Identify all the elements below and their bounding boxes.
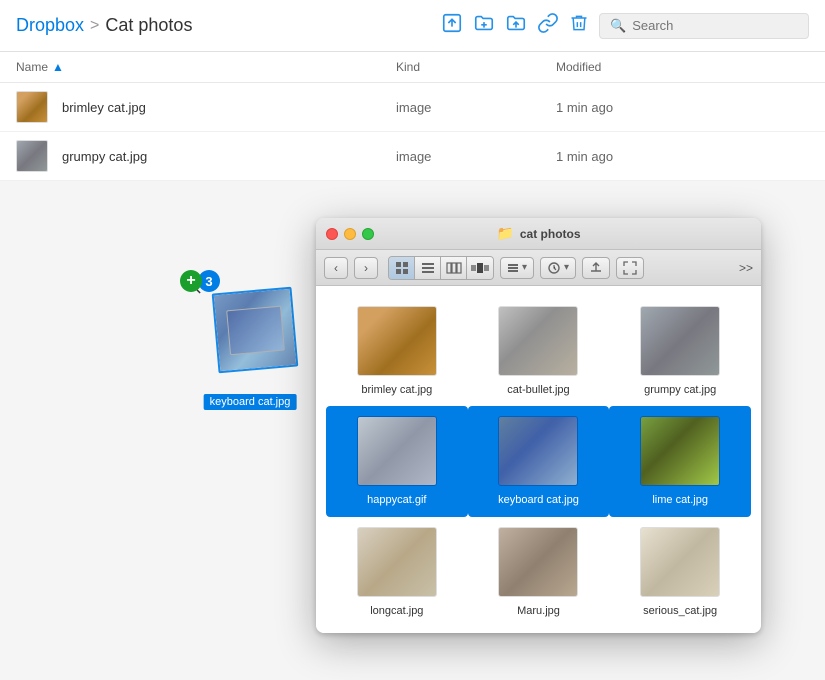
drag-preview-image bbox=[212, 287, 299, 374]
icon-view-button[interactable] bbox=[389, 257, 415, 279]
finder-window: 📁 cat photos ‹ › ▾ ▾ bbox=[316, 218, 761, 633]
drag-add-badge: + bbox=[180, 270, 202, 292]
finder-item[interactable]: cat-bullet.jpg bbox=[468, 296, 610, 406]
sort-arrow-icon: ▲ bbox=[52, 60, 64, 74]
link-icon[interactable] bbox=[537, 12, 559, 39]
toolbar-expand-button[interactable]: >> bbox=[739, 261, 753, 275]
breadcrumb-home[interactable]: Dropbox bbox=[16, 15, 84, 36]
finder-item-label: grumpy cat.jpg bbox=[640, 382, 720, 398]
drag-file-label: keyboard cat.jpg bbox=[204, 394, 297, 410]
column-view-button[interactable] bbox=[441, 257, 467, 279]
file-kind: image bbox=[396, 149, 556, 164]
share-button[interactable] bbox=[582, 257, 610, 279]
finder-content: brimley cat.jpg cat-bullet.jpg grumpy ca… bbox=[316, 286, 761, 633]
file-name-cell: grumpy cat.jpg bbox=[16, 140, 396, 172]
finder-item[interactable]: lime cat.jpg bbox=[609, 406, 751, 516]
finder-item-thumbnail bbox=[498, 416, 578, 486]
finder-item-label: Maru.jpg bbox=[513, 603, 564, 619]
table-row[interactable]: grumpy cat.jpg image 1 min ago bbox=[0, 132, 825, 181]
finder-item-thumbnail bbox=[357, 416, 437, 486]
header-actions: 🔍 bbox=[441, 12, 809, 39]
cover-flow-button[interactable] bbox=[467, 257, 493, 279]
file-thumbnail bbox=[16, 140, 48, 172]
share-folder-icon[interactable] bbox=[505, 12, 527, 39]
arrange-button[interactable]: ▾ bbox=[500, 257, 534, 279]
minimize-button[interactable] bbox=[344, 228, 356, 240]
finder-traffic-lights bbox=[326, 228, 374, 240]
finder-title-text: cat photos bbox=[520, 227, 581, 241]
file-thumbnail bbox=[16, 91, 48, 123]
col-header-modified: Modified bbox=[556, 60, 809, 74]
breadcrumb-current: Cat photos bbox=[105, 15, 192, 36]
finder-item[interactable]: serious_cat.jpg bbox=[609, 517, 751, 627]
close-button[interactable] bbox=[326, 228, 338, 240]
finder-item-thumbnail bbox=[640, 416, 720, 486]
action-chevron: ▾ bbox=[564, 262, 569, 273]
dropbox-header: Dropbox > Cat photos bbox=[0, 0, 825, 52]
forward-button[interactable]: › bbox=[354, 257, 378, 279]
finder-item-label: longcat.jpg bbox=[366, 603, 427, 619]
fullscreen-button[interactable] bbox=[362, 228, 374, 240]
finder-item[interactable]: keyboard cat.jpg bbox=[468, 406, 610, 516]
finder-toolbar: ‹ › ▾ ▾ bbox=[316, 250, 761, 286]
col-header-kind: Kind bbox=[396, 60, 556, 74]
breadcrumb: Dropbox > Cat photos bbox=[16, 15, 192, 36]
file-name: brimley cat.jpg bbox=[62, 100, 146, 115]
upload-icon[interactable] bbox=[441, 12, 463, 39]
delete-icon[interactable] bbox=[569, 12, 589, 39]
file-table: Name ▲ Kind Modified brimley cat.jpg ima… bbox=[0, 52, 825, 181]
search-box[interactable]: 🔍 bbox=[599, 13, 809, 39]
finder-item[interactable]: Maru.jpg bbox=[468, 517, 610, 627]
finder-item[interactable]: happycat.gif bbox=[326, 406, 468, 516]
finder-titlebar: 📁 cat photos bbox=[316, 218, 761, 250]
finder-item-thumbnail bbox=[640, 527, 720, 597]
file-rows: brimley cat.jpg image 1 min ago grumpy c… bbox=[0, 83, 825, 181]
breadcrumb-separator: > bbox=[90, 17, 99, 35]
file-name: grumpy cat.jpg bbox=[62, 149, 147, 164]
search-icon: 🔍 bbox=[610, 18, 626, 34]
drag-area: ↖ + 3 keyboard cat.jpg bbox=[160, 270, 340, 410]
file-modified: 1 min ago bbox=[556, 100, 809, 115]
finder-item-thumbnail bbox=[357, 306, 437, 376]
file-modified: 1 min ago bbox=[556, 149, 809, 164]
table-header: Name ▲ Kind Modified bbox=[0, 52, 825, 83]
arrange-chevron: ▾ bbox=[522, 262, 527, 273]
file-name-cell: brimley cat.jpg bbox=[16, 91, 396, 123]
finder-item[interactable]: brimley cat.jpg bbox=[326, 296, 468, 406]
finder-item-label: brimley cat.jpg bbox=[357, 382, 436, 398]
finder-folder-icon: 📁 bbox=[496, 225, 513, 242]
finder-item[interactable]: longcat.jpg bbox=[326, 517, 468, 627]
finder-item-label: lime cat.jpg bbox=[648, 492, 712, 508]
finder-item[interactable]: grumpy cat.jpg bbox=[609, 296, 751, 406]
action-button[interactable]: ▾ bbox=[540, 257, 576, 279]
finder-item-label: cat-bullet.jpg bbox=[503, 382, 573, 398]
finder-item-thumbnail bbox=[498, 306, 578, 376]
back-button[interactable]: ‹ bbox=[324, 257, 348, 279]
finder-title: 📁 cat photos bbox=[496, 225, 580, 242]
finder-item-thumbnail bbox=[357, 527, 437, 597]
view-toggle-group bbox=[388, 256, 494, 280]
finder-item-label: serious_cat.jpg bbox=[639, 603, 721, 619]
new-folder-icon[interactable] bbox=[473, 12, 495, 39]
finder-item-thumbnail bbox=[498, 527, 578, 597]
finder-item-thumbnail bbox=[640, 306, 720, 376]
list-view-button[interactable] bbox=[415, 257, 441, 279]
fullscreen-toggle[interactable] bbox=[616, 257, 644, 279]
finder-item-label: keyboard cat.jpg bbox=[494, 492, 583, 508]
file-kind: image bbox=[396, 100, 556, 115]
search-input[interactable] bbox=[632, 18, 798, 33]
col-header-name: Name ▲ bbox=[16, 60, 396, 74]
table-row[interactable]: brimley cat.jpg image 1 min ago bbox=[0, 83, 825, 132]
finder-item-label: happycat.gif bbox=[363, 492, 430, 508]
